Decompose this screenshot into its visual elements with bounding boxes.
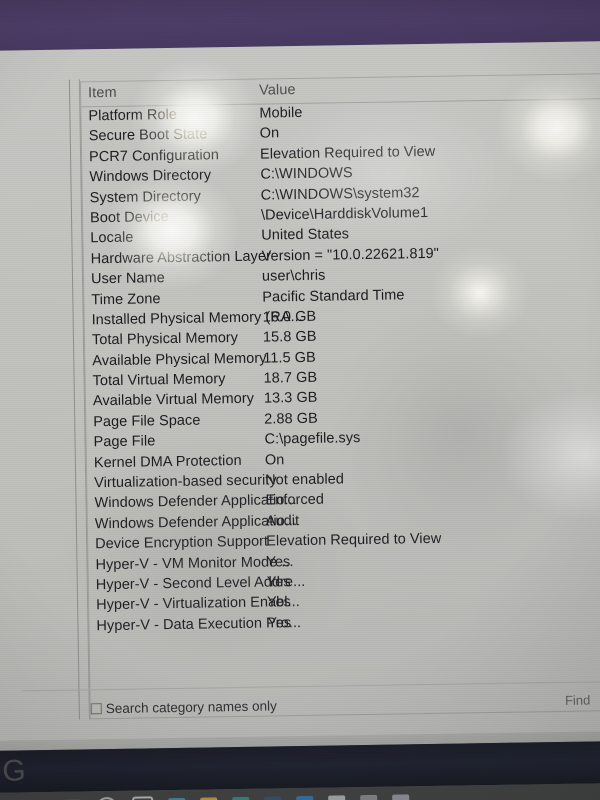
settings-icon[interactable] [392, 794, 410, 800]
cell-item: Secure Boot State [88, 126, 208, 145]
cell-value: 13.3 GB [263, 390, 318, 408]
cell-value: Enforced [265, 492, 325, 509]
details-list-view[interactable]: Item Value Platform Role Mobile Secure Boo… [79, 73, 600, 720]
cell-value: C:\WINDOWS\system32 [260, 184, 420, 204]
photograph-of-laptop-screen: Item Value Platform Role Mobile Secure Boo… [0, 0, 600, 800]
taskbar-icons [64, 792, 410, 800]
cell-item: Total Physical Memory [91, 330, 239, 349]
cell-value: Elevation Required to View [259, 143, 436, 163]
task-view-icon[interactable] [132, 796, 154, 800]
cell-value: Yes [267, 614, 292, 632]
column-header-value[interactable]: Value [259, 82, 296, 99]
cell-value: 18.7 GB [263, 369, 318, 387]
cell-value: United States [261, 226, 350, 244]
search-bar: Search category names only Find [22, 680, 600, 735]
cell-value: user\chris [261, 267, 326, 285]
cell-item: Device Encryption Support [95, 533, 269, 553]
find-button[interactable]: Find [543, 689, 600, 712]
cell-value: On [259, 125, 280, 142]
cell-value: Mobile [259, 104, 303, 122]
cell-item: Platform Role [88, 106, 178, 125]
cell-value: \Device\HarddiskVolume1 [260, 204, 429, 224]
pane-divider[interactable] [68, 79, 80, 720]
store-icon[interactable] [264, 796, 282, 800]
cell-item: Windows Directory [89, 167, 212, 186]
cell-value: 11.5 GB [263, 349, 316, 367]
checkbox-label: Search category names only [105, 698, 277, 717]
cell-value: Not enabled [265, 471, 345, 489]
cell-item: Hyper-V - VM Monitor Mode ... [95, 553, 294, 573]
cell-item: Available Virtual Memory [92, 391, 255, 410]
mail-icon[interactable] [360, 794, 378, 800]
column-header-item[interactable]: Item [88, 85, 117, 101]
cell-value: Yes [266, 553, 291, 571]
cell-value: Version = "10.0.22621.819" [261, 245, 440, 265]
cell-value: On [264, 451, 285, 469]
cell-item: User Name [90, 270, 165, 288]
outlook-icon[interactable] [296, 795, 314, 800]
cell-value: 15.8 GB [262, 329, 317, 346]
cell-item: System Directory [89, 188, 202, 206]
cell-item: Page File Space [93, 412, 201, 431]
cell-item: Available Physical Memory [92, 350, 267, 369]
cell-item: Kernel DMA Protection [93, 452, 242, 471]
cell-value: C:\WINDOWS [260, 165, 353, 183]
cell-item: Hardware Abstraction Layer [90, 248, 272, 268]
cell-value: 2.88 GB [264, 410, 318, 428]
cell-item: Virtualization-based security [94, 472, 277, 492]
cell-value: Yes [266, 594, 292, 611]
word-icon[interactable] [328, 795, 346, 800]
cell-value: Yes [266, 574, 291, 591]
system-information-window: Item Value Platform Role Mobile Secure Boo… [0, 40, 600, 800]
cell-value: Pacific Standard Time [262, 286, 405, 306]
screen-content: Item Value Platform Role Mobile Secure Boo… [0, 0, 600, 800]
cell-value: C:\pagefile.sys [264, 430, 361, 448]
cell-item: Page File [93, 433, 156, 451]
cell-value: Audit [265, 512, 300, 530]
cell-item: Total Virtual Memory [92, 371, 226, 390]
cell-item: Time Zone [91, 290, 161, 308]
background-window-text: NG [0, 754, 27, 789]
cell-value: 16.0 GB [262, 308, 317, 326]
cell-item: PCR7 Configuration [88, 147, 220, 166]
cell-item: Locale [90, 229, 134, 247]
search-category-names-only-checkbox[interactable]: Search category names only [90, 698, 277, 717]
list-rows: Platform Role Mobile Secure Boot State On PC… [81, 99, 600, 637]
cell-value: Elevation Required to View [266, 531, 442, 550]
checkbox-box[interactable] [90, 703, 102, 715]
cell-item: Boot Device [89, 208, 169, 227]
